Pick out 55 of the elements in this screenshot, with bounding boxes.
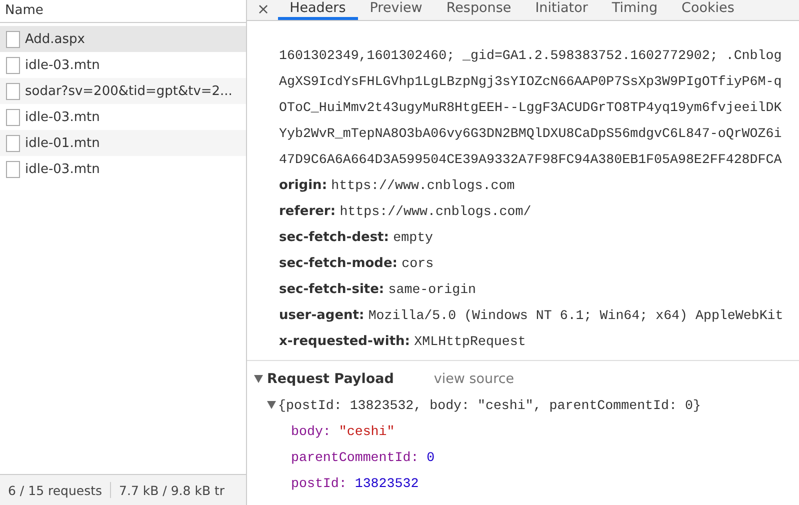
cookie-value-line: AgXS9IcdYsFHLGVhp1LgLBzpNgj3sYIOZcN66AAP0P7SsXp3W9PIgOTfiyP6M-q <box>279 73 783 91</box>
document-icon <box>6 56 20 74</box>
header-value: same-origin <box>388 282 476 297</box>
expanded-triangle-icon[interactable] <box>267 401 276 409</box>
tab[interactable]: Timing <box>600 0 670 20</box>
payload-property: parentCommentId: 0 <box>290 449 436 467</box>
header-name: sec-fetch-site: <box>279 282 384 297</box>
request-name: idle-03.mtn <box>25 58 100 72</box>
request-count: 6 / 15 requests <box>7 482 104 498</box>
transfer-size: 7.7 kB / 9.8 kB tr <box>118 482 226 498</box>
tab[interactable]: Headers <box>278 0 358 20</box>
cookie-value-line: 47D9C6A6A664D3A599504CE39A9332A7F98FC94A380EB1F05A98E2FF428DFCA <box>279 151 783 169</box>
header-value: empty <box>393 230 434 245</box>
request-row[interactable]: idle-03.mtn <box>0 104 246 130</box>
section-title: Request Payload <box>267 371 394 387</box>
header-value: https://www.cnblogs.com <box>331 178 515 193</box>
request-row[interactable]: idle-01.mtn <box>0 130 246 156</box>
header-name: sec-fetch-mode: <box>279 256 398 271</box>
request-row[interactable]: idle-03.mtn <box>0 156 246 182</box>
header-name: sec-fetch-dest: <box>279 230 389 245</box>
header-value: https://www.cnblogs.com/ <box>340 204 532 219</box>
cookie-value-line: Yyb2WvR_mTepNA8O3bA06vy6G3DN2BMQlDXU8CaDpS56mdgvC6L847-oQrWOZ6i <box>279 125 783 143</box>
request-name: idle-03.mtn <box>25 110 100 124</box>
tab[interactable]: Preview <box>358 0 434 20</box>
tab[interactable]: Initiator <box>523 0 600 20</box>
document-icon <box>6 134 20 152</box>
close-button[interactable]: × <box>253 1 278 20</box>
request-row[interactable]: idle-03.mtn <box>0 52 246 78</box>
document-icon <box>6 160 20 178</box>
object-summary: {postId: 13823532, body: "ceshi", parentCommentId: 0} <box>278 398 701 412</box>
tab[interactable]: Cookies <box>670 0 746 20</box>
request-name: idle-03.mtn <box>25 162 100 176</box>
cookie-value-line: OToC_HuiMmv2t43ugyMuR8HtgEEH--LggF3ACUDGrTO8TP4yq19ym6fvjeeilDK <box>279 99 783 117</box>
payload-property: body: "ceshi" <box>290 423 396 441</box>
document-icon <box>6 82 20 100</box>
cookie-value-line: 1601302349,1601302460; _gid=GA1.2.598383752.1602772902; .Cnblog <box>279 47 783 65</box>
request-name: idle-01.mtn <box>25 136 100 150</box>
header-name: origin: <box>279 178 328 193</box>
expanded-triangle-icon[interactable] <box>254 375 263 383</box>
header-name: x-requested-with: <box>279 334 410 349</box>
header-name: user-agent: <box>279 308 364 323</box>
tab[interactable]: Response <box>434 0 524 20</box>
request-name: Add.aspx <box>25 32 85 46</box>
request-name: sodar?sv=200&tid=gpt&tv=2... <box>25 84 232 98</box>
request-row[interactable]: Add.aspx <box>0 26 246 52</box>
document-icon <box>6 108 20 126</box>
header-value: cors <box>402 256 434 271</box>
header-value: Mozilla/5.0 (Windows NT 6.1; Win64; x64) AppleWebKit <box>368 308 784 323</box>
document-icon <box>6 30 20 48</box>
request-row[interactable]: sodar?sv=200&tid=gpt&tv=2... <box>0 78 246 104</box>
view-source-link[interactable]: view source <box>434 371 514 387</box>
column-header[interactable]: Name <box>0 0 246 23</box>
header-value: XMLHttpRequest <box>414 334 526 349</box>
payload-property: postId: 13823532 <box>290 475 420 493</box>
header-name: referer: <box>279 204 336 219</box>
